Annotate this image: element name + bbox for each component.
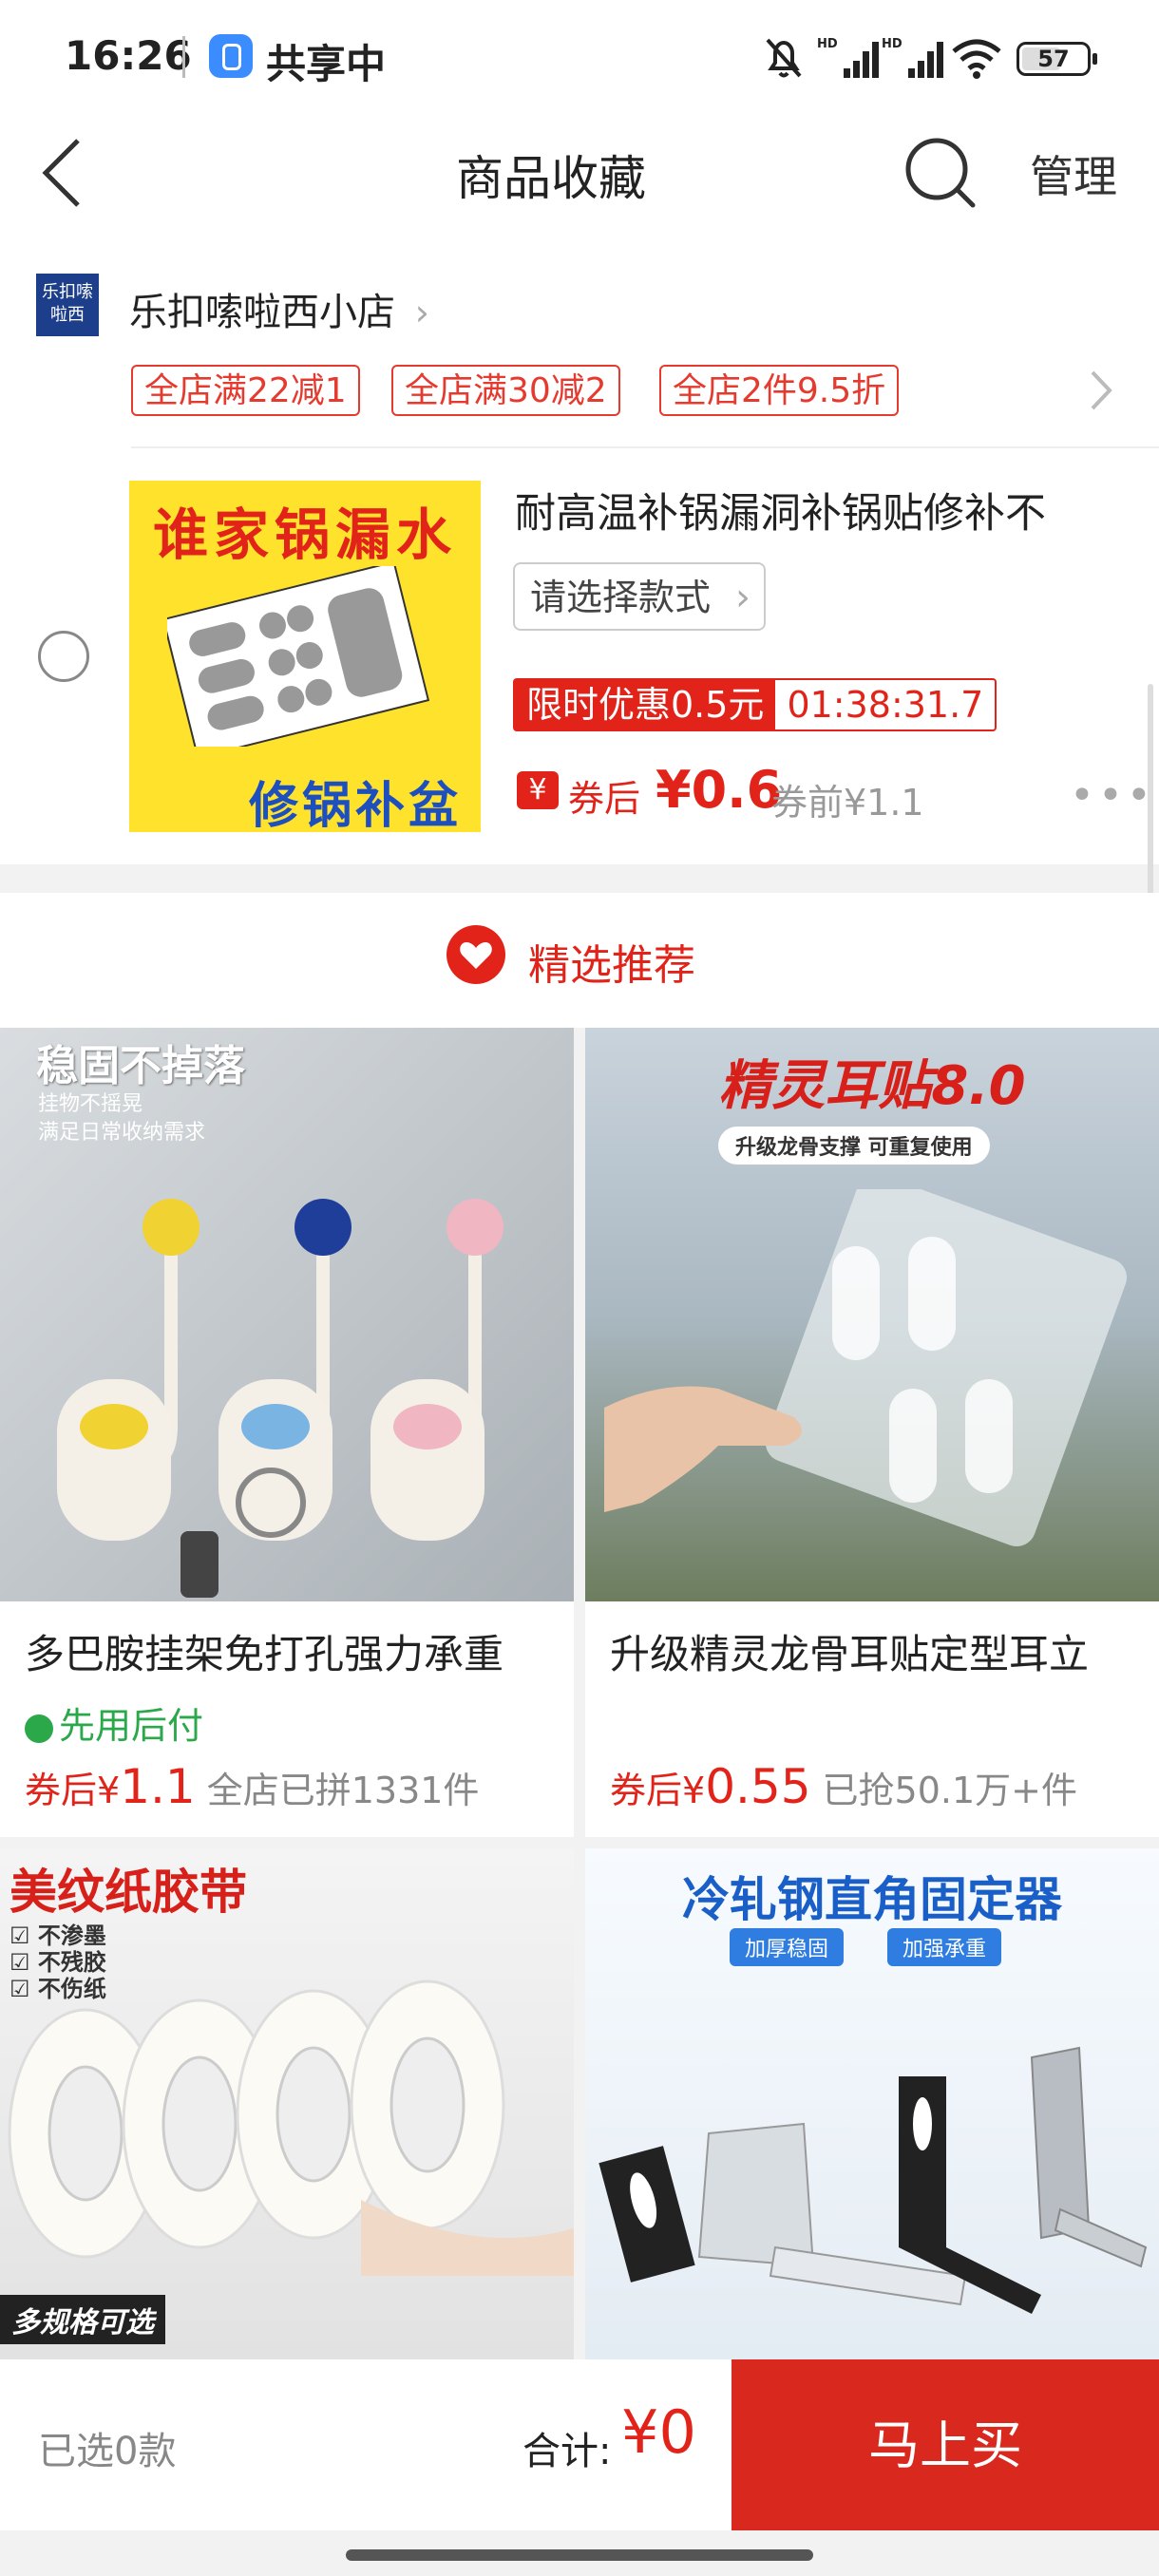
before-coupon-price: 券前¥1.1 — [771, 782, 924, 824]
item-select-checkbox[interactable] — [38, 631, 89, 682]
shop-name[interactable]: 乐扣嗦啦西小店 › — [129, 281, 429, 336]
total-value: ¥0 — [621, 2397, 696, 2467]
more-options-icon[interactable]: ••• — [1070, 771, 1155, 820]
product-card[interactable]: 稳固不掉落 挂物不摇晃 满足日常收纳需求 多巴胺挂架免打孔强力承重 先用后付 券… — [0, 1028, 574, 1837]
home-indicator[interactable] — [346, 2549, 813, 2561]
variant-select[interactable]: 请选择款式 › — [513, 562, 767, 631]
shop-promo-tag: 全店满30减2 — [391, 365, 620, 416]
shop-promo-tag: 全店满22减1 — [131, 365, 360, 416]
image-badge: 多规格可选 — [0, 2295, 165, 2344]
pay-later-icon — [25, 1714, 53, 1743]
product-card[interactable]: 美纹纸胶带 ☑ 不渗墨 ☑ 不残胶 ☑ 不伤纸 多规格可选 — [0, 1848, 574, 2359]
sales-count: 已抢50.1万+件 — [822, 1770, 1077, 1811]
battery-level: 57 — [1037, 46, 1070, 72]
flash-promo-box: 限时优惠0.5元 01:38:31.7 — [513, 678, 998, 731]
price-row: 券后¥0.55 已抢50.1万+件 — [610, 1759, 1077, 1814]
search-icon[interactable] — [902, 135, 978, 211]
signal-hd-1-icon: HD — [817, 37, 879, 78]
image-headline: 美纹纸胶带 — [10, 1865, 247, 1920]
chevron-right-icon: › — [735, 576, 751, 619]
sales-count: 全店已拼1331件 — [206, 1770, 480, 1811]
pay-later-label: 先用后付 — [59, 1705, 204, 1747]
product-thumbnail[interactable]: 谁家锅漏水 修锅补盆 — [129, 481, 481, 832]
share-status-label: 共享中 — [266, 41, 387, 87]
svg-text:HD: HD — [882, 37, 902, 51]
price-value: 1.1 — [120, 1759, 196, 1814]
thumb-tagline: 修锅补盆 — [248, 778, 462, 832]
tape-rolls-illustration — [8, 1979, 574, 2276]
patch-sheet-illustration — [167, 566, 430, 747]
heart-icon — [446, 925, 505, 984]
product-title: 多巴胺挂架免打孔强力承重 — [25, 1631, 504, 1677]
svg-text:HD: HD — [817, 37, 838, 51]
signal-hd-2-icon: HD — [882, 37, 943, 78]
status-separator — [182, 36, 185, 78]
hook-illustration — [57, 1199, 504, 1598]
image-headline: 稳固不掉落 — [36, 1042, 245, 1090]
after-coupon-label: 券后 — [568, 778, 641, 820]
promo-expand-chevron-icon[interactable] — [1087, 367, 1115, 414]
buy-now-button[interactable]: 马上买 — [732, 2359, 1159, 2530]
selected-count: 已选0款 — [38, 2430, 177, 2473]
promo-label: 限时优惠0.5元 — [515, 680, 776, 729]
product-image: 精灵耳贴8.0 升级龙骨支撑 可重复使用 — [585, 1028, 1159, 1601]
chevron-right-icon: › — [414, 292, 429, 333]
product-title: 升级精灵龙骨耳贴定型耳立 — [610, 1631, 1090, 1677]
total-label: 合计: — [522, 2430, 612, 2473]
battery-icon: 57 — [1016, 42, 1097, 76]
variant-select-label: 请选择款式 — [530, 577, 712, 618]
image-subline: 挂物不摇晃 — [38, 1092, 143, 1116]
pay-later-badge: 先用后付 — [25, 1696, 203, 1749]
after-coupon-price: ¥0.6 — [656, 760, 783, 820]
price-row: 券后¥1.1 全店已拼1331件 — [25, 1759, 479, 1814]
price-label: 券后¥ — [25, 1770, 121, 1811]
mute-bell-icon — [766, 38, 802, 78]
product-card[interactable]: 精灵耳贴8.0 升级龙骨支撑 可重复使用 升级精灵龙骨耳贴定型耳立 券后¥0.5… — [585, 1028, 1159, 1837]
status-time: 16:26 — [65, 32, 192, 79]
thumb-headline: 谁家锅漏水 — [152, 502, 457, 567]
product-image: 美纹纸胶带 ☑ 不渗墨 ☑ 不残胶 ☑ 不伤纸 多规格可选 — [0, 1848, 574, 2359]
screen-share-icon — [209, 34, 253, 78]
product-image: 稳固不掉落 挂物不摇晃 满足日常收纳需求 — [0, 1028, 574, 1601]
product-image: 冷轧钢直角固定器 加厚稳固 加强承重 — [585, 1848, 1159, 2359]
bracket-illustration — [598, 2046, 1148, 2314]
image-headline: 冷轧钢直角固定器 — [682, 1872, 1062, 1927]
image-subline: 加强承重 — [887, 1928, 1002, 1966]
image-subline: 加厚稳固 — [730, 1928, 845, 1966]
product-card[interactable]: 冷轧钢直角固定器 加厚稳固 加强承重 — [585, 1848, 1159, 2359]
shop-name-text: 乐扣嗦啦西小店 — [129, 291, 395, 334]
manage-button[interactable]: 管理 — [1030, 142, 1117, 205]
divider — [131, 446, 1159, 448]
product-title[interactable]: 耐高温补锅漏洞补锅贴修补不 — [515, 481, 1142, 540]
shop-logo[interactable]: 乐扣嗦啦西 — [36, 274, 99, 336]
price-label: 券后¥ — [610, 1770, 706, 1811]
coupon-icon: ¥ — [517, 771, 559, 809]
ear-patch-illustration — [604, 1189, 1128, 1547]
image-subline: 升级龙骨支撑 可重复使用 — [718, 1127, 990, 1165]
price-value: 0.55 — [705, 1759, 811, 1814]
shop-promo-tag: 全店2件9.5折 — [659, 365, 900, 416]
recommend-title: 精选推荐 — [528, 941, 695, 990]
promo-countdown: 01:38:31.7 — [787, 684, 984, 726]
image-headline: 精灵耳贴8.0 — [718, 1055, 1026, 1117]
wifi-icon — [952, 39, 1001, 79]
